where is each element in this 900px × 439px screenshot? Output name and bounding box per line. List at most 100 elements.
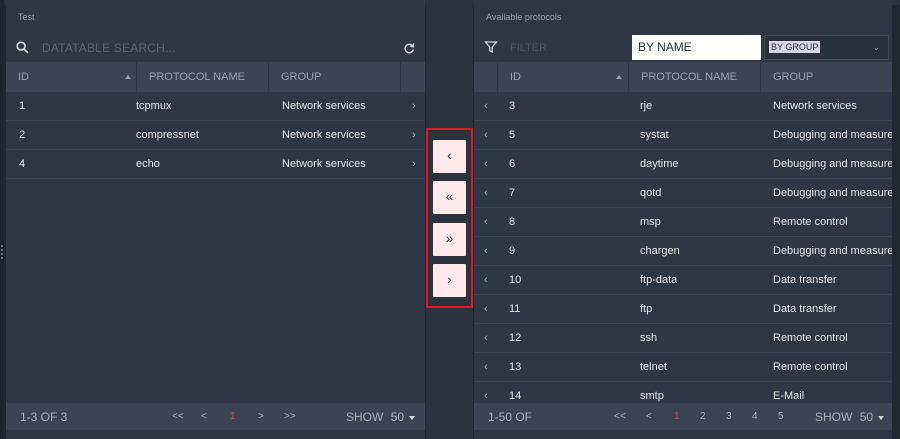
first-page-button[interactable]: << [172, 411, 184, 422]
panel-title: Available protocols [486, 12, 562, 22]
page-size-select[interactable]: SHOW 50 [815, 410, 885, 424]
table-row[interactable]: ‹ 10 ftp-data Data transfer [474, 266, 892, 295]
filter-input[interactable]: FILTER [510, 42, 547, 54]
column-header-group[interactable]: GROUP [761, 62, 892, 92]
cell-protocol-name: systat [640, 129, 669, 141]
chevron-left-icon[interactable]: ‹ [484, 324, 488, 352]
filter-by-name-input[interactable]: BY NAME [632, 35, 761, 60]
page-1-button[interactable]: 1 [674, 411, 680, 422]
column-header-protocol-name[interactable]: PROTOCOL NAME [137, 62, 269, 92]
cell-group: Network services [773, 100, 857, 112]
chevron-right-icon[interactable]: › [412, 150, 416, 178]
cell-group: Remote control [773, 332, 848, 344]
first-page-button[interactable]: << [614, 411, 626, 422]
cell-group: Network services [282, 158, 366, 170]
chevron-left-icon[interactable]: ‹ [484, 121, 488, 149]
move-one-left-button[interactable]: ‹ [433, 140, 466, 173]
resize-handle-icon[interactable] [1, 245, 3, 259]
cell-id: 9 [509, 245, 516, 257]
cell-protocol-name: ftp [640, 303, 653, 315]
table-row[interactable]: ‹ 5 systat Debugging and measurement [474, 121, 892, 150]
column-header-id[interactable]: ID [498, 62, 629, 92]
cell-id: 10 [509, 274, 522, 286]
cell-protocol-name: telnet [640, 361, 667, 373]
move-one-right-button[interactable]: › [433, 264, 466, 297]
table-row[interactable]: 1 tcpmux Network services › [6, 92, 425, 121]
chevron-left-icon[interactable]: ‹ [484, 295, 488, 323]
move-all-left-button[interactable]: « [433, 181, 466, 214]
search-input[interactable]: DATATABLE SEARCH... [42, 41, 176, 55]
cell-protocol-name: ssh [640, 332, 658, 344]
page-4-button[interactable]: 4 [752, 411, 758, 422]
chevron-left-icon[interactable]: ‹ [484, 266, 488, 294]
column-header-protocol-name[interactable]: PROTOCOL NAME [629, 62, 761, 92]
prev-page-button[interactable]: < [201, 411, 207, 422]
page-3-button[interactable]: 3 [726, 411, 732, 422]
column-header-group[interactable]: GROUP [269, 62, 401, 92]
chevron-left-icon[interactable]: ‹ [484, 92, 488, 120]
table-row[interactable]: ‹ 7 qotd Debugging and measurement [474, 179, 892, 208]
table-row[interactable]: 4 echo Network services › [6, 150, 425, 179]
chevron-left-icon[interactable]: ‹ [484, 353, 488, 381]
cell-id: 5 [509, 129, 516, 141]
chevron-right-icon[interactable]: › [412, 92, 416, 120]
cell-protocol-name: daytime [640, 158, 679, 170]
page-1-button[interactable]: 1 [230, 411, 236, 422]
available-protocols-panel: Available protocols FILTER BY NAME BY GR… [474, 0, 892, 439]
page-2-button[interactable]: 2 [700, 411, 706, 422]
cell-group: Debugging and measurement [773, 129, 892, 141]
record-count: 1-3 OF 3 [20, 410, 68, 424]
cell-group: Network services [282, 100, 366, 112]
selected-table-body: 1 tcpmux Network services › 2 compressne… [6, 92, 425, 179]
page-size-select[interactable]: SHOW 50 [346, 410, 416, 424]
last-page-button[interactable]: >> [284, 411, 296, 422]
filter-by-group-select[interactable]: BY GROUP ⌄ [764, 35, 889, 60]
column-header-actions [474, 62, 498, 92]
table-row[interactable]: ‹ 12 ssh Remote control [474, 324, 892, 353]
table-row[interactable]: ‹ 8 msp Remote control [474, 208, 892, 237]
cell-group: Data transfer [773, 303, 837, 315]
cell-group: Data transfer [773, 274, 837, 286]
left-edge [0, 0, 4, 439]
sort-asc-icon [616, 75, 622, 79]
cell-id: 7 [509, 187, 516, 199]
table-row[interactable]: ‹ 11 ftp Data transfer [474, 295, 892, 324]
table-row[interactable]: ‹ 3 rje Network services [474, 92, 892, 121]
column-header-actions [401, 62, 425, 92]
table-row[interactable]: ‹ 13 telnet Remote control [474, 353, 892, 382]
search-icon[interactable] [16, 41, 29, 54]
search-bar[interactable]: DATATABLE SEARCH... [6, 34, 425, 61]
cell-protocol-name: msp [640, 216, 661, 228]
prev-page-button[interactable]: < [646, 411, 652, 422]
cell-group: Remote control [773, 361, 848, 373]
cell-group: Network services [282, 129, 366, 141]
cell-id: 1 [19, 100, 26, 112]
cell-id: 4 [19, 158, 26, 170]
table-row[interactable]: ‹ 6 daytime Debugging and measurement [474, 150, 892, 179]
cell-protocol-name: echo [136, 158, 160, 170]
column-header-id[interactable]: ID [6, 62, 137, 92]
table-row[interactable]: 2 compressnet Network services › [6, 121, 425, 150]
move-all-right-button[interactable]: » [433, 223, 466, 256]
next-page-button[interactable]: > [258, 411, 264, 422]
chevron-left-icon[interactable]: ‹ [484, 179, 488, 207]
transfer-buttons-group: ‹ « » › [426, 128, 473, 308]
chevron-right-icon[interactable]: › [412, 121, 416, 149]
cell-group: Remote control [773, 216, 848, 228]
chevron-left-icon[interactable]: ‹ [484, 208, 488, 236]
filter-icon[interactable] [484, 40, 498, 54]
page-5-button[interactable]: 5 [778, 411, 784, 422]
chevron-down-icon: ⌄ [872, 42, 880, 52]
available-table-body: ‹ 3 rje Network services ‹ 5 systat Debugging a… [474, 92, 892, 411]
cell-id: 13 [509, 361, 522, 373]
cell-id: 6 [509, 158, 516, 170]
refresh-icon[interactable] [403, 42, 415, 54]
cell-protocol-name: chargen [640, 245, 680, 257]
chevron-left-icon[interactable]: ‹ [484, 237, 488, 265]
chevron-left-icon[interactable]: ‹ [484, 150, 488, 178]
panel-title: Test [18, 12, 35, 22]
cell-protocol-name: rje [640, 100, 653, 112]
table-row[interactable]: ‹ 9 chargen Debugging and measurement [474, 237, 892, 266]
pagination-footer: 1-50 OF << < 1 2 3 4 5 SHOW 50 [474, 403, 892, 430]
table-header: ID PROTOCOL NAME GROUP [474, 62, 892, 92]
